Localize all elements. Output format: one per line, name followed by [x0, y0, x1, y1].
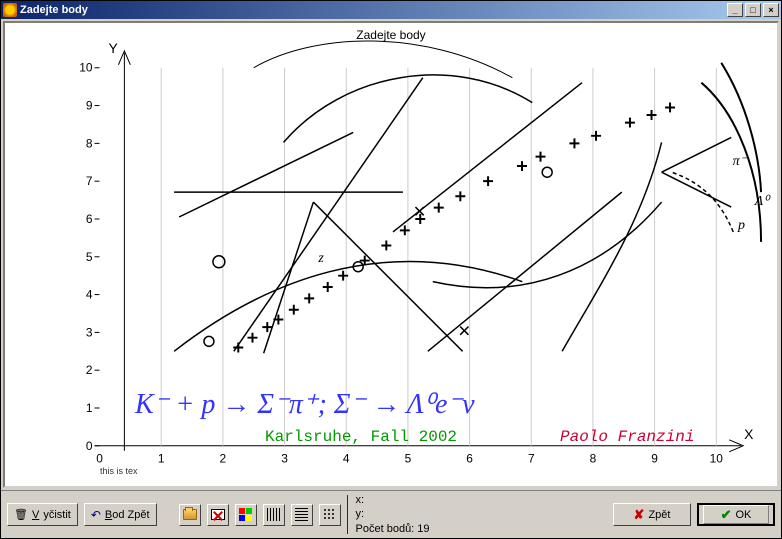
status-x: x:: [356, 493, 607, 507]
svg-text:7: 7: [86, 174, 93, 188]
annot-p: p: [738, 218, 745, 234]
minimize-button[interactable]: _: [727, 3, 743, 17]
clear-button[interactable]: VVyčistityčistit: [7, 503, 78, 526]
svg-text:9: 9: [651, 452, 658, 466]
svg-text:3: 3: [86, 325, 93, 339]
status-y: y:: [356, 507, 607, 521]
no-image-icon: [211, 509, 225, 520]
color-grid-icon: [239, 508, 252, 521]
svg-text:1: 1: [158, 452, 165, 466]
y-axis-label: Y: [108, 40, 117, 56]
dotgrid-button[interactable]: [319, 504, 341, 526]
undo-icon: [91, 508, 101, 522]
check-icon: ✔: [721, 507, 732, 523]
svg-text:5: 5: [86, 250, 93, 264]
close-button[interactable]: ×: [763, 3, 779, 17]
undo-label: Bod Zpět: [105, 509, 150, 521]
annot-lambda: Λ⁰: [755, 193, 769, 210]
hgrid-button[interactable]: [291, 504, 313, 526]
svg-text:2: 2: [86, 363, 93, 377]
svg-text:0: 0: [86, 439, 93, 453]
svg-text:9: 9: [86, 99, 93, 113]
svg-text:3: 3: [281, 452, 288, 466]
svg-text:5: 5: [405, 452, 412, 466]
svg-text:4: 4: [343, 452, 350, 466]
colors-button[interactable]: [235, 504, 257, 526]
svg-text:✕: ✕: [458, 323, 471, 340]
open-image-button[interactable]: [179, 504, 201, 526]
back-label: Zpět: [648, 509, 670, 521]
svg-text:10: 10: [79, 61, 93, 75]
credit-author: Paolo Franzini: [560, 428, 694, 446]
ok-button[interactable]: ✔ OK: [697, 503, 775, 526]
ok-label: OK: [736, 509, 752, 521]
titlebar[interactable]: Zadejte body _ □ ×: [1, 1, 781, 19]
back-button[interactable]: ✘ Zpět: [613, 503, 691, 526]
svg-text:4: 4: [86, 288, 93, 302]
status-count: Počet bodů: 19: [356, 522, 607, 536]
annot-pi-minus: π⁻: [733, 153, 747, 170]
svg-text:2: 2: [220, 452, 227, 466]
maximize-button[interactable]: □: [745, 3, 761, 17]
latex-note: this is tex: [100, 467, 138, 476]
window-title: Zadejte body: [20, 4, 727, 16]
svg-text:1: 1: [86, 401, 93, 415]
svg-text:0: 0: [96, 452, 103, 466]
dot-grid-icon: [323, 508, 336, 521]
svg-text:8: 8: [590, 452, 597, 466]
svg-text:10: 10: [710, 452, 724, 466]
x-axis-label: X: [744, 426, 753, 442]
statusbar: VVyčistityčistit Bod Zpět x: y: Počet bo…: [1, 490, 781, 538]
x-icon: ✘: [634, 507, 645, 523]
trash-icon: [14, 508, 28, 521]
app-window: Zadejte body _ □ × Zadejte body: [0, 0, 782, 539]
svg-text:8: 8: [86, 136, 93, 150]
folder-icon: [183, 509, 197, 520]
plot-area[interactable]: Zadejte body 012 345: [3, 21, 779, 488]
undo-point-button[interactable]: Bod Zpět: [84, 503, 157, 526]
svg-text:6: 6: [466, 452, 473, 466]
credit-location: Karlsruhe, Fall 2002: [265, 428, 457, 446]
svg-text:6: 6: [86, 212, 93, 226]
vertical-bars-icon: [267, 508, 280, 521]
status-info: x: y: Počet bodů: 19: [347, 495, 607, 534]
svg-text:z: z: [317, 251, 324, 266]
vgrid-button[interactable]: [263, 504, 285, 526]
svg-text:7: 7: [528, 452, 535, 466]
horizontal-bars-icon: [295, 508, 308, 521]
app-icon: [3, 3, 17, 17]
formula-text: K⁻ + p → Σ⁻π⁺; Σ⁻ → Λ⁰e⁻ν: [135, 387, 475, 421]
remove-image-button[interactable]: [207, 504, 229, 526]
